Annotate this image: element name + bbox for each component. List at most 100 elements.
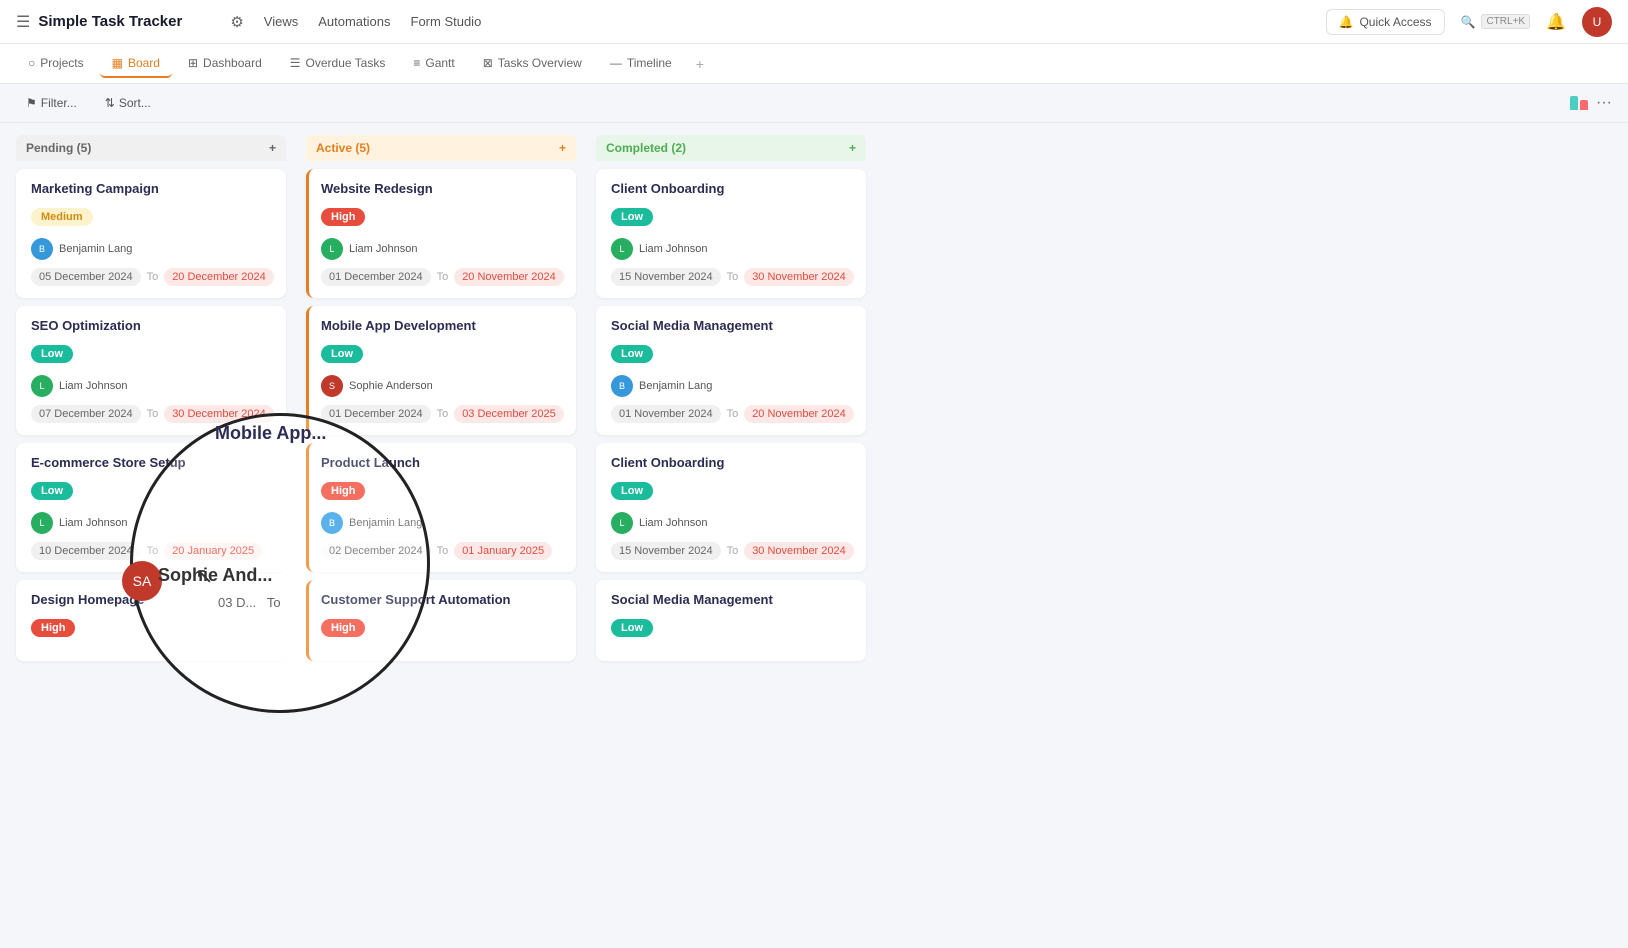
priority-badge: Low (31, 345, 73, 363)
to-label: To (727, 545, 739, 557)
to-label: To (147, 545, 159, 557)
date-range: 07 December 2024 To 30 December 2024 (31, 405, 274, 423)
date-to: 20 November 2024 (454, 268, 564, 286)
date-from: 10 December 2024 (31, 542, 141, 560)
card-assignee: L Liam Johnson (611, 512, 854, 534)
navbar-right: 🔔 Quick Access 🔍 CTRL+K 🔔 U (1326, 7, 1612, 37)
card-title: Product Launch (321, 455, 564, 470)
tab-tasks-overview[interactable]: ⊠ Tasks Overview (471, 50, 594, 78)
date-to: 30 December 2024 (164, 405, 274, 423)
assignee-name: Liam Johnson (639, 243, 708, 255)
assignee-avatar: B (611, 375, 633, 397)
task-card[interactable]: SEO OptimizationLow L Liam Johnson 07 De… (16, 306, 286, 435)
assignee-avatar: S (321, 375, 343, 397)
priority-badge: Low (611, 208, 653, 226)
date-range: 01 December 2024 To 20 November 2024 (321, 268, 564, 286)
column-active: Active (5) + Website RedesignHigh L Liam J… (306, 135, 576, 933)
task-card[interactable]: E-commerce Store SetupLow L Liam Johnson… (16, 443, 286, 572)
nav-automations[interactable]: Automations (318, 14, 390, 29)
priority-badge: Low (321, 345, 363, 363)
task-card[interactable]: Social Media ManagementLow B Benjamin La… (596, 306, 866, 435)
filter-button[interactable]: ⚑ Filter... (16, 92, 87, 114)
assignee-name: Liam Johnson (349, 243, 418, 255)
tab-projects[interactable]: ○ Projects (16, 50, 96, 78)
priority-badge: High (321, 619, 365, 637)
date-to: 20 January 2025 (164, 542, 262, 560)
add-card-button-pending[interactable]: + (269, 141, 276, 155)
tab-gantt[interactable]: ≡ Gantt (401, 50, 466, 78)
search-button[interactable]: 🔍 CTRL+K (1461, 14, 1531, 29)
card-assignee: B Benjamin Lang (611, 375, 854, 397)
search-icon: 🔍 (1461, 15, 1476, 29)
to-label: To (147, 271, 159, 283)
task-card[interactable]: Design HomepageHigh (16, 580, 286, 661)
sort-icon: ⇅ (105, 96, 115, 110)
add-tab-button[interactable]: + (688, 50, 712, 78)
sub-navbar: ○ Projects ▦ Board ⊞ Dashboard ☰ Overdue… (0, 44, 1628, 84)
quick-access-label: Quick Access (1359, 15, 1431, 29)
to-label: To (727, 408, 739, 420)
add-card-button-completed[interactable]: + (849, 141, 856, 155)
card-title: Marketing Campaign (31, 181, 274, 196)
view-toggle[interactable] (1570, 96, 1588, 110)
task-card[interactable]: Customer Support Automation High (306, 580, 576, 661)
column-title-active: Active (5) (316, 141, 370, 155)
menu-icon[interactable]: ☰ (16, 12, 30, 32)
quick-access-button[interactable]: 🔔 Quick Access (1326, 9, 1445, 35)
date-range: 10 December 2024 To 20 January 2025 (31, 542, 274, 560)
bell-icon: 🔔 (1339, 15, 1354, 29)
card-assignee: L Liam Johnson (321, 238, 564, 260)
sort-button[interactable]: ⇅ Sort... (95, 92, 161, 114)
tab-overdue-tasks[interactable]: ☰ Overdue Tasks (278, 50, 398, 78)
user-avatar[interactable]: U (1582, 7, 1612, 37)
priority-badge: High (321, 208, 365, 226)
card-title: Social Media Management (611, 318, 854, 333)
add-card-button-active[interactable]: + (559, 141, 566, 155)
task-card[interactable]: Product Launch High B Benjamin Lang 02 De… (306, 443, 576, 572)
tab-timeline[interactable]: — Timeline (598, 50, 684, 78)
navbar-left: ☰ Simple Task Tracker ⚙ Views Automation… (16, 12, 1326, 32)
task-card[interactable]: Marketing CampaignMedium B Benjamin Lang… (16, 169, 286, 298)
priority-badge: Low (611, 619, 653, 637)
date-range: 01 December 2024 To 03 December 2025 (321, 405, 564, 423)
to-label: To (147, 408, 159, 420)
column-header-completed: Completed (2)+ (596, 135, 866, 161)
column-header-active: Active (5) + (306, 135, 576, 161)
task-card[interactable]: Social Media ManagementLow (596, 580, 866, 661)
date-from: 07 December 2024 (31, 405, 141, 423)
task-card[interactable]: Client OnboardingLow L Liam Johnson 15 N… (596, 169, 866, 298)
card-title: Customer Support Automation (321, 592, 564, 607)
tasks-overview-icon: ⊠ (483, 56, 493, 70)
priority-badge: High (321, 482, 365, 500)
task-card[interactable]: Website RedesignHigh L Liam Johnson 01 D… (306, 169, 576, 298)
assignee-avatar: B (31, 238, 53, 260)
board-icon: ▦ (112, 56, 123, 70)
projects-icon: ○ (28, 56, 35, 70)
assignee-name: Liam Johnson (59, 380, 128, 392)
search-shortcut: CTRL+K (1481, 14, 1530, 29)
to-label: To (727, 271, 739, 283)
date-range: 02 December 2024 To 01 January 2025 (321, 542, 564, 560)
date-to: 20 November 2024 (744, 405, 854, 423)
notification-icon[interactable]: 🔔 (1546, 12, 1566, 32)
to-label: To (437, 271, 449, 283)
to-label: To (437, 545, 449, 557)
nav-views[interactable]: Views (264, 14, 298, 29)
task-card[interactable]: Client OnboardingLow L Liam Johnson 15 N… (596, 443, 866, 572)
nav-form-studio[interactable]: Form Studio (411, 14, 482, 29)
column-title-pending: Pending (5) (26, 141, 91, 155)
tab-board[interactable]: ▦ Board (100, 50, 172, 78)
more-options-button[interactable]: ··· (1596, 94, 1612, 112)
overdue-icon: ☰ (290, 56, 301, 70)
assignee-name: Benjamin Lang (349, 517, 422, 529)
settings-icon[interactable]: ⚙ (230, 13, 243, 31)
date-range: 15 November 2024 To 30 November 2024 (611, 542, 854, 560)
dashboard-icon: ⊞ (188, 56, 198, 70)
to-label: To (437, 408, 449, 420)
timeline-icon: — (610, 56, 622, 70)
task-card[interactable]: Mobile App DevelopmentLow S Sophie Ander… (306, 306, 576, 435)
date-to: 30 November 2024 (744, 542, 854, 560)
card-assignee: B Benjamin Lang (31, 238, 274, 260)
assignee-avatar: B (321, 512, 343, 534)
tab-dashboard[interactable]: ⊞ Dashboard (176, 50, 274, 78)
